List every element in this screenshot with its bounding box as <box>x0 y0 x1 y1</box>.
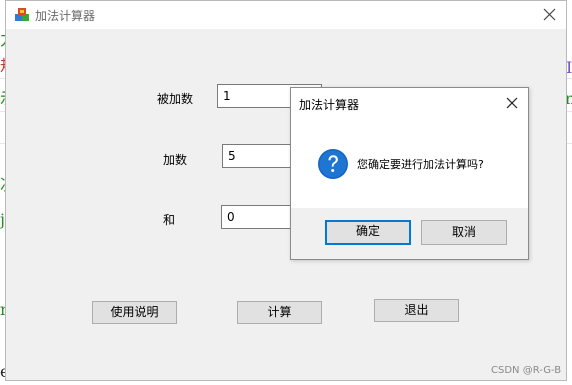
sum-label: 和 <box>163 213 176 227</box>
addend2-label: 加数 <box>163 153 188 167</box>
dialog-footer: 确定 取消 <box>291 208 528 259</box>
window-titlebar[interactable]: 加法计算器 <box>6 1 566 29</box>
watermark: CSDN @R-G-B <box>491 365 562 376</box>
cancel-button[interactable]: 取消 <box>421 220 507 245</box>
dialog-body: 您确定要进行加法计算吗? <box>291 118 528 208</box>
dialog-titlebar[interactable]: 加法计算器 <box>291 88 528 118</box>
exit-button[interactable]: 退出 <box>374 299 459 322</box>
ok-button[interactable]: 确定 <box>325 220 411 245</box>
close-icon[interactable] <box>506 97 518 109</box>
dialog-message: 您确定要进行加法计算吗? <box>357 158 484 171</box>
help-button[interactable]: 使用说明 <box>92 301 177 324</box>
desktop: 力 规 示 次 j n e I n 加法计算器 被加数 加数 和 使 <box>0 0 572 385</box>
window-title: 加法计算器 <box>35 9 96 23</box>
addend1-label: 被加数 <box>157 92 194 106</box>
calculate-button[interactable]: 计算 <box>237 301 322 324</box>
close-icon[interactable] <box>542 7 557 22</box>
dialog-title: 加法计算器 <box>299 98 360 112</box>
app-icon <box>15 8 29 21</box>
confirm-dialog: 加法计算器 您确定要进行加法计算吗? 确定 取消 <box>290 87 529 260</box>
sum-field[interactable] <box>221 205 301 229</box>
question-icon <box>318 149 348 179</box>
